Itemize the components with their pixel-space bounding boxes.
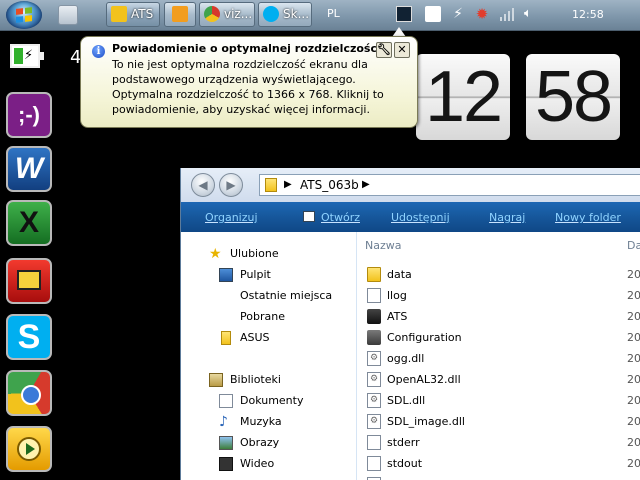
file-row-stdout[interactable]: stdout 20 [365, 453, 640, 474]
monitor-icon[interactable] [396, 6, 412, 22]
usb-icon[interactable] [425, 6, 441, 22]
chevron-right-icon[interactable]: ▶ [362, 179, 370, 190]
dll-file-icon [367, 372, 381, 387]
media-player-icon [17, 437, 41, 461]
file-row-partial[interactable] [365, 474, 640, 480]
back-arrow-icon: ◀ [198, 178, 208, 192]
star-icon: ★ [209, 246, 222, 262]
desktop-icon [219, 268, 233, 282]
recycle-bin-icon[interactable] [58, 5, 78, 25]
dock-item-media-player[interactable] [6, 426, 52, 472]
file-row-llog[interactable]: llog 20 [365, 285, 640, 306]
chevron-right-icon[interactable]: ▶ [284, 179, 292, 190]
folder-icon [265, 178, 277, 192]
media-player-icon [172, 6, 188, 22]
text-file-icon [367, 288, 381, 303]
truck-app-icon [367, 309, 381, 324]
music-icon: ♪ [219, 414, 228, 430]
chrome-icon [21, 385, 41, 405]
forward-button[interactable]: ▶ [219, 173, 243, 197]
file-row-openal32-dll[interactable]: OpenAL32.dll 20 [365, 369, 640, 390]
network-signal-icon[interactable] [499, 6, 515, 22]
word-icon: W [14, 152, 44, 185]
file-row-sdl-dll[interactable]: SDL.dll 20 [365, 390, 640, 411]
navigation-pane: ★ Ulubione Pulpit Ostatnie miejsca Pobra… [181, 232, 356, 480]
task-button-skype[interactable]: Sk... [258, 2, 312, 27]
dock-item-chrome[interactable] [6, 370, 52, 416]
task-button-ats[interactable]: ATS [106, 2, 160, 27]
file-row-ogg-dll[interactable]: ogg.dll 20 [365, 348, 640, 369]
dock-item-excel[interactable]: X [6, 200, 52, 246]
dll-file-icon [367, 393, 381, 408]
library-icon [209, 373, 223, 387]
language-indicator[interactable]: PL [327, 7, 340, 20]
folder-icon [221, 331, 231, 345]
notification-close-button[interactable]: ✕ [394, 42, 410, 58]
file-row-data[interactable]: data 20 [365, 264, 640, 285]
address-path[interactable]: ATS_063b [300, 178, 359, 192]
folder-icon [111, 6, 127, 22]
close-icon: ✕ [397, 43, 407, 56]
flip-clock-hours: 12 [416, 54, 510, 140]
skype-icon [263, 6, 279, 22]
notification-body: To nie jest optymalna rozdzielczość ekra… [112, 58, 384, 116]
command-toolbar: Organizuj Otwórz Udostępnij Nagraj Nowy … [181, 202, 640, 232]
skype-icon: S [17, 318, 41, 356]
notification-title: Powiadomienie o optymalnej rozdzielczośc… [112, 42, 381, 55]
chrome-icon [204, 6, 220, 22]
wrench-icon: 🔧︎ [377, 43, 391, 56]
column-header-date[interactable]: Da [627, 239, 640, 252]
presentation-icon [17, 270, 41, 290]
dock-item-skype[interactable]: S [6, 314, 52, 360]
column-header-name[interactable]: Nazwa [365, 239, 401, 252]
notification-options-button[interactable]: 🔧︎ [376, 42, 392, 58]
folder-icon [367, 267, 381, 282]
burn-button[interactable]: Nagraj [489, 211, 525, 224]
new-folder-button[interactable]: Nowy folder [555, 211, 621, 224]
file-row-sdl-image-dll[interactable]: SDL_image.dll 20 [365, 411, 640, 432]
open-button[interactable]: Otwórz [321, 211, 360, 224]
open-icon [303, 211, 315, 222]
task-button-media[interactable] [164, 2, 196, 27]
battery-icon: ⚡ [10, 44, 44, 68]
resolution-notification[interactable]: i Powiadomienie o optymalnej rozdzielczo… [80, 36, 418, 128]
pictures-icon [219, 436, 233, 450]
text-file-icon [367, 435, 381, 450]
dock-item-word[interactable]: W [6, 146, 52, 192]
start-button[interactable] [6, 1, 42, 29]
forward-arrow-icon: ▶ [226, 178, 236, 192]
file-row-ats[interactable]: ATS 20 [365, 306, 640, 327]
explorer-window: ◀ ▶ ▶ ATS_063b ▶ Organizuj Otwórz Udostę… [180, 168, 640, 480]
back-button[interactable]: ◀ [191, 173, 215, 197]
settings-gear-icon[interactable]: ✹ [474, 6, 490, 22]
address-row: ◀ ▶ ▶ ATS_063b ▶ [181, 168, 640, 202]
excel-icon: X [18, 206, 39, 239]
dll-file-icon [367, 351, 381, 366]
dll-file-icon [367, 414, 381, 429]
organize-button[interactable]: Organizuj [205, 211, 258, 224]
task-button-chrome[interactable]: viz... [199, 2, 255, 27]
file-row-configuration[interactable]: Configuration 20 [365, 327, 640, 348]
file-list: Nazwa Da data 20 llog 20 ATS 20 Configur… [357, 232, 640, 480]
dock-item-presentation[interactable] [6, 258, 52, 304]
address-bar[interactable]: ▶ ATS_063b ▶ [259, 174, 640, 196]
power-plug-icon[interactable]: ⚡ [450, 6, 466, 22]
volume-icon[interactable]: 🔈︎ [524, 6, 540, 22]
video-icon [219, 457, 233, 471]
documents-icon [219, 394, 233, 408]
configuration-icon [367, 330, 381, 345]
windows-logo-icon [16, 7, 32, 23]
info-icon: i [92, 45, 105, 58]
taskbar-clock[interactable]: 12:58 [572, 8, 604, 21]
share-button[interactable]: Udostępnij [391, 211, 450, 224]
flip-clock-minutes: 58 [526, 54, 620, 140]
taskbar: ATS viz... Sk... PL ⚡ ✹ 🔈︎ 12:58 [0, 0, 640, 31]
emoticon-icon: ;-) [18, 102, 40, 127]
text-file-icon [367, 456, 381, 471]
file-row-stderr[interactable]: stderr 20 [365, 432, 640, 453]
dock-item-emoticon[interactable]: ;-) [6, 92, 52, 138]
